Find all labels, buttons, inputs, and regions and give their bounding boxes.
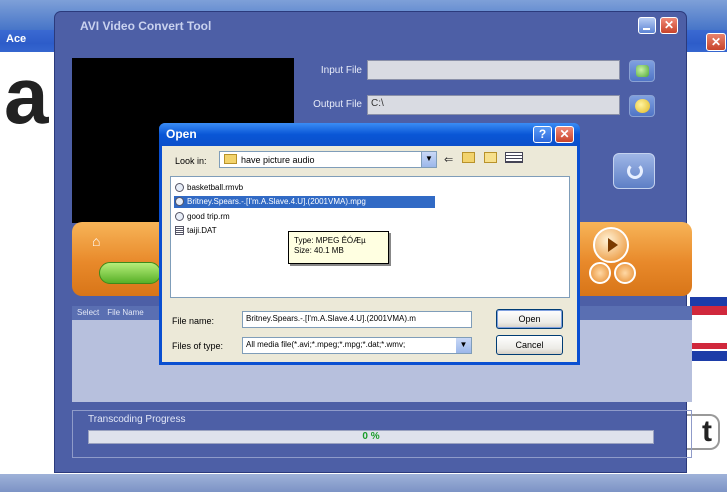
files-of-type-label: Files of type: xyxy=(172,341,224,351)
look-in-label: Look in: xyxy=(175,156,207,166)
tooltip-size: Size: 40.1 MB xyxy=(294,246,344,255)
background-logo-letter: a xyxy=(4,51,49,140)
progress-text: 0 % xyxy=(362,431,380,442)
rewind-button[interactable] xyxy=(589,262,611,284)
media-file-icon xyxy=(175,212,184,221)
minimize-button[interactable] xyxy=(638,17,656,34)
dialog-title: Open xyxy=(166,127,197,141)
input-browse-button[interactable] xyxy=(629,60,655,82)
file-info-tooltip: Type: MPEG ÊÓÆµ Size: 40.1 MB xyxy=(288,231,389,264)
taskbar xyxy=(0,474,727,492)
column-select[interactable]: Select xyxy=(77,308,99,317)
output-browse-button[interactable] xyxy=(629,95,655,117)
media-file-icon xyxy=(175,197,184,206)
list-item[interactable]: good trip.rm xyxy=(174,211,230,223)
dialog-close-button[interactable]: ✕ xyxy=(555,126,574,143)
background-flag2-stripe xyxy=(690,343,727,349)
background-flag-icon xyxy=(690,297,727,306)
cancel-button[interactable]: Cancel xyxy=(496,335,563,355)
view-menu-icon[interactable] xyxy=(505,152,523,163)
input-file-label: Input File xyxy=(320,65,362,76)
files-of-type-select[interactable]: All media file(*.avi;*.mpeg;*.mpg;*.dat;… xyxy=(242,337,472,354)
help-button[interactable]: ? xyxy=(533,126,552,143)
media-file-icon xyxy=(175,183,184,192)
open-file-icon xyxy=(636,65,649,77)
file-name: taiji.DAT xyxy=(187,226,217,235)
file-name-input[interactable]: Britney.Spears.-.[I'm.A.Slave.4.U].(2001… xyxy=(242,311,472,328)
folder-icon xyxy=(224,154,237,164)
background-flag-stripe xyxy=(690,306,727,315)
file-name: basketball.rmvb xyxy=(187,183,244,192)
chevron-down-icon[interactable]: ▼ xyxy=(421,152,436,167)
back-icon[interactable]: ⇐ xyxy=(444,153,453,166)
up-folder-icon[interactable] xyxy=(462,152,475,163)
dat-file-icon xyxy=(175,226,184,235)
background-flag2-icon xyxy=(690,351,727,361)
background-close-button[interactable]: ✕ xyxy=(706,33,726,51)
app-close-button[interactable]: ✕ xyxy=(660,17,678,34)
list-item[interactable]: basketball.rmvb xyxy=(174,182,243,194)
dialog-titlebar[interactable] xyxy=(159,123,580,146)
chevron-down-icon[interactable]: ▼ xyxy=(456,338,471,353)
refresh-icon xyxy=(627,163,643,179)
list-item-selected[interactable]: Britney.Spears.-.[I'm.A.Slave.4.U].(2001… xyxy=(174,196,435,208)
column-file-name[interactable]: File Name xyxy=(107,308,143,317)
convert-button[interactable] xyxy=(99,262,161,284)
file-name-label: File name: xyxy=(172,316,215,326)
input-file-field[interactable] xyxy=(367,60,620,80)
open-button[interactable]: Open xyxy=(496,309,563,329)
play-icon xyxy=(608,238,618,252)
app-title: AVI Video Convert Tool xyxy=(80,19,212,33)
folder-icon xyxy=(635,99,650,113)
output-file-label: Output File xyxy=(313,99,362,110)
list-item[interactable]: taiji.DAT xyxy=(174,225,217,237)
file-name: good trip.rm xyxy=(187,212,230,221)
output-file-field[interactable]: C:\ xyxy=(367,95,620,115)
tooltip-type: Type: MPEG ÊÓÆµ xyxy=(294,236,366,245)
home-icon[interactable]: ⌂ xyxy=(92,233,100,249)
progress-label: Transcoding Progress xyxy=(88,414,186,425)
forward-button[interactable] xyxy=(614,262,636,284)
file-name: Britney.Spears.-.[I'm.A.Slave.4.U].(2001… xyxy=(187,197,366,206)
look-in-value: have picture audio xyxy=(241,155,315,165)
new-folder-icon[interactable] xyxy=(484,152,497,163)
background-window-title: Ace xyxy=(6,33,27,45)
